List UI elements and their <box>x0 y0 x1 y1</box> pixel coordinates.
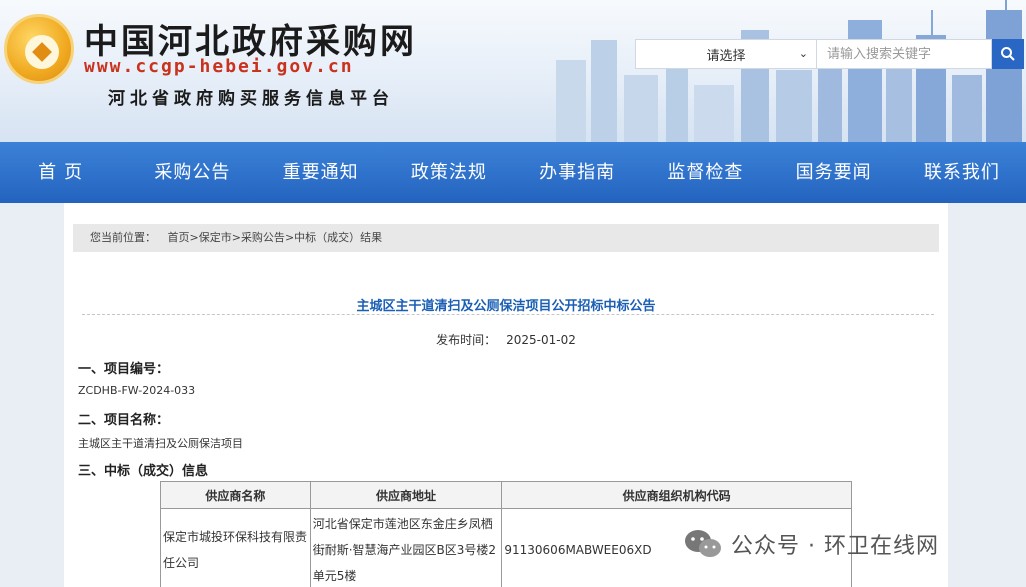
nav-item-policies[interactable]: 政策法规 <box>385 142 513 203</box>
supplier-address-cell: 河北省保定市莲池区东金庄乡凤栖街耐斯·智慧海产业园区B区3号楼2单元5楼 <box>309 508 503 587</box>
nav-item-important-notices[interactable]: 重要通知 <box>257 142 385 203</box>
wechat-watermark: 公众号 · 环卫在线网 <box>683 528 939 560</box>
site-subtitle: 河北省政府购买服务信息平台 <box>108 89 394 109</box>
nav-item-contact[interactable]: 联系我们 <box>898 142 1026 203</box>
breadcrumb-current: 中标（成交）结果 <box>294 231 383 244</box>
nav-item-home[interactable]: 首页 <box>0 142 128 203</box>
site-header: 中国河北政府采购网 www.ccgp-hebei.gov.cn 河北省政府购买服… <box>0 0 1026 142</box>
table-header-row: 供应商名称 供应商地址 供应商组织机构代码 <box>160 481 852 509</box>
section-heading-project-number: 一、项目编号： <box>78 362 170 377</box>
wechat-icon <box>685 530 721 557</box>
breadcrumb: 您当前位置： 首页>保定市>采购公告>中标（成交）结果 <box>73 224 939 252</box>
publish-info: 发布时间： 2025-01-02 <box>64 331 948 348</box>
main-nav: 首页 采购公告 重要通知 政策法规 办事指南 监督检查 国务要闻 联系我们 <box>0 142 1026 203</box>
project-name-value: 主城区主干道清扫及公厕保洁项目 <box>78 437 243 450</box>
table-header-cell: 供应商组织机构代码 <box>501 481 852 509</box>
publish-date: 2025-01-02 <box>506 333 576 347</box>
nav-item-supervision[interactable]: 监督检查 <box>641 142 769 203</box>
supplier-name-cell: 保定市城投环保科技有限责任公司 <box>160 508 311 587</box>
city-skyline-banner <box>556 0 1022 142</box>
breadcrumb-separator: > <box>284 231 295 244</box>
nav-item-procurement-notices[interactable]: 采购公告 <box>128 142 256 203</box>
search-bar: 请选择 ⌄ <box>635 39 1024 69</box>
search-category-value: 请选择 <box>706 48 746 64</box>
section-heading-project-name: 二、项目名称： <box>78 413 170 428</box>
table-header-cell: 供应商地址 <box>309 481 503 509</box>
breadcrumb-link-home[interactable]: 首页 <box>168 231 190 244</box>
publish-label: 发布时间： <box>436 333 497 347</box>
section-heading-award-info: 三、中标（成交）信息 <box>78 464 209 479</box>
table-header-cell: 供应商名称 <box>160 481 311 509</box>
nav-item-state-news[interactable]: 国务要闻 <box>770 142 898 203</box>
project-number-value: ZCDHB-FW-2024-033 <box>78 384 196 397</box>
search-category-select[interactable]: 请选择 ⌄ <box>635 39 817 69</box>
breadcrumb-link-city[interactable]: 保定市 <box>199 231 232 244</box>
search-input[interactable] <box>817 39 992 69</box>
watermark-text: 公众号 · 环卫在线网 <box>731 534 939 559</box>
search-button[interactable] <box>992 39 1024 69</box>
search-icon <box>1001 47 1015 61</box>
breadcrumb-separator: > <box>189 231 199 244</box>
title-divider <box>82 314 934 315</box>
breadcrumb-link-notices[interactable]: 采购公告 <box>241 231 285 244</box>
notice-title: 主城区主干道清扫及公厕保洁项目公开招标中标公告 <box>356 299 656 314</box>
site-url: www.ccgp-hebei.gov.cn <box>84 56 354 77</box>
nav-item-guide[interactable]: 办事指南 <box>513 142 641 203</box>
site-logo-icon[interactable] <box>4 14 74 84</box>
breadcrumb-prefix: 您当前位置： <box>90 231 156 244</box>
chevron-down-icon: ⌄ <box>798 47 808 60</box>
breadcrumb-separator: > <box>231 231 241 244</box>
